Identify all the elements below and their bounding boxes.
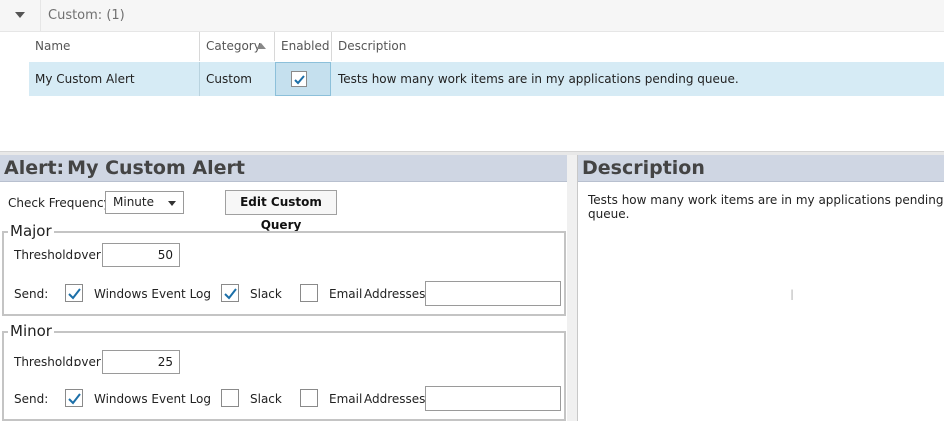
- enabled-checkbox[interactable]: [291, 71, 307, 87]
- description-text[interactable]: Tests how many work items are in my appl…: [588, 193, 944, 221]
- minor-windows-event-log-label: Windows Event Log: [94, 392, 212, 406]
- minor-send-label: Send:: [14, 392, 49, 406]
- minor-threshold-label: Threshold:: [14, 355, 78, 369]
- column-header-enabled[interactable]: Enabled: [275, 32, 332, 61]
- group-collapse-toggle[interactable]: [0, 0, 41, 31]
- major-slack-checkbox[interactable]: [221, 284, 239, 302]
- minor-threshold-input[interactable]: 25: [102, 350, 180, 374]
- alert-panel-header: Alert: My Custom Alert: [0, 155, 567, 182]
- cell-category: Custom: [206, 72, 252, 86]
- dropdown-arrow-icon: [168, 201, 176, 206]
- minor-over-label: over: [74, 355, 101, 369]
- column-header-name[interactable]: Name: [29, 32, 200, 61]
- minor-email-label: Email: [329, 392, 363, 406]
- major-email-label: Email: [329, 287, 363, 301]
- minor-title: Minor: [8, 322, 54, 340]
- major-slack-label: Slack: [250, 287, 282, 301]
- major-send-label: Send:: [14, 287, 49, 301]
- group-header: [0, 0, 944, 32]
- minor-email-checkbox[interactable]: [300, 389, 318, 407]
- major-windows-event-log-label: Windows Event Log: [94, 287, 212, 301]
- sort-ascending-icon: [256, 43, 266, 49]
- major-windows-event-log-checkbox[interactable]: [65, 284, 83, 302]
- major-title: Major: [8, 222, 54, 240]
- edit-custom-query-button[interactable]: Edit Custom Query: [225, 190, 337, 232]
- major-threshold-label: Threshold:: [14, 248, 78, 262]
- cell-enabled: [275, 62, 331, 96]
- minor-windows-event-log-checkbox[interactable]: [65, 389, 83, 407]
- column-header-description[interactable]: Description: [332, 32, 944, 61]
- minor-addresses-input[interactable]: [425, 386, 561, 411]
- check-frequency-label: Check Frequency:: [8, 196, 114, 210]
- major-addresses-input[interactable]: [425, 281, 561, 306]
- minor-slack-label: Slack: [250, 392, 282, 406]
- cell-description: Tests how many work items are in my appl…: [338, 72, 739, 86]
- description-panel-header: Description: [578, 155, 944, 182]
- chevron-down-icon: [15, 12, 25, 18]
- vertical-splitter[interactable]: [567, 155, 577, 421]
- alert-title-name: My Custom Alert: [67, 157, 245, 179]
- group-label: Custom: (1): [48, 8, 125, 23]
- cell-name: My Custom Alert: [35, 72, 135, 86]
- minor-slack-checkbox[interactable]: [221, 389, 239, 407]
- cell-divider: [199, 62, 200, 96]
- column-header-category[interactable]: Category: [200, 32, 275, 61]
- text-cursor-icon: I: [790, 288, 795, 304]
- major-addresses-label: Addresses:: [364, 287, 430, 301]
- minor-addresses-label: Addresses:: [364, 392, 430, 406]
- check-frequency-select[interactable]: Minute: [105, 191, 184, 214]
- alert-title-prefix: Alert:: [4, 157, 65, 179]
- major-over-label: over: [74, 248, 101, 262]
- major-threshold-input[interactable]: 50: [102, 243, 180, 267]
- major-email-checkbox[interactable]: [300, 284, 318, 302]
